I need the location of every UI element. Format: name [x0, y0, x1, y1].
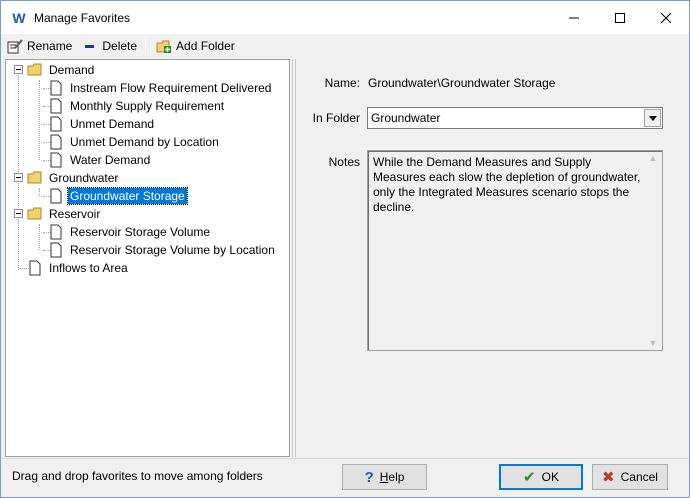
delete-label: Delete	[102, 39, 138, 53]
scroll-down-icon[interactable]: ▼	[649, 337, 658, 349]
delete-icon	[82, 38, 98, 54]
item-label: Unmet Demand	[70, 117, 155, 131]
folder-select[interactable]: Groundwater	[367, 107, 663, 129]
document-icon	[50, 116, 62, 132]
tree-item[interactable]: Water Demand	[48, 151, 152, 169]
tree-item[interactable]: Reservoir Storage Volume by Location	[48, 241, 277, 259]
close-button[interactable]	[643, 1, 689, 34]
item-label: Water Demand	[70, 153, 151, 167]
add-folder-icon	[156, 38, 172, 54]
app-icon: W	[12, 9, 26, 26]
toolbar-separator	[145, 37, 147, 55]
scroll-up-icon[interactable]: ▲	[649, 152, 658, 164]
title-bar: W Manage Favorites	[1, 1, 689, 34]
dropdown-arrow-icon[interactable]	[644, 109, 661, 127]
collapse-icon[interactable]	[14, 173, 23, 182]
help-icon: ?	[364, 468, 374, 486]
item-label: Monthly Supply Requirement	[70, 99, 225, 113]
tree-connector	[39, 80, 40, 160]
add-folder-label: Add Folder	[176, 39, 235, 53]
add-folder-button[interactable]: Add Folder	[150, 35, 239, 57]
folder-select-value: Groundwater	[371, 111, 441, 125]
cancel-x-icon: ✖	[602, 469, 615, 486]
tree-item[interactable]: Inflows to Area	[27, 259, 130, 277]
notes-textarea[interactable]: While the Demand Measures and Supply Mea…	[367, 150, 663, 351]
tree-folder-reservoir[interactable]: Reservoir	[6, 205, 102, 223]
notes-scrollbar[interactable]: ▲ ▼	[645, 152, 661, 349]
maximize-button[interactable]	[597, 1, 643, 34]
folder-label: Groundwater	[49, 171, 119, 185]
tree-connector	[39, 188, 40, 196]
item-label: Reservoir Storage Volume by Location	[70, 243, 275, 257]
name-value: Groundwater\Groundwater Storage	[368, 76, 556, 90]
tree-item[interactable]: Monthly Supply Requirement	[48, 97, 226, 115]
delete-button[interactable]: Delete	[76, 35, 141, 57]
folder-label: In Folder	[312, 111, 360, 125]
document-icon	[50, 134, 62, 150]
tree-folder-demand[interactable]: Demand	[6, 61, 96, 79]
document-icon	[50, 224, 62, 240]
close-icon	[661, 12, 671, 23]
collapse-icon[interactable]	[14, 65, 23, 74]
help-button[interactable]: ? Help	[342, 464, 427, 490]
ok-button[interactable]: ✔ OK	[499, 464, 583, 490]
minimize-button[interactable]	[551, 1, 597, 34]
folder-icon	[27, 171, 42, 184]
item-label: Unmet Demand by Location	[70, 135, 219, 149]
tree-item[interactable]: Reservoir Storage Volume	[48, 223, 212, 241]
ok-label: OK	[541, 470, 559, 484]
folder-label: Reservoir	[49, 207, 101, 221]
item-label: Instream Flow Requirement Delivered	[70, 81, 272, 95]
folder-icon	[27, 207, 42, 220]
window-controls	[551, 1, 689, 34]
window-title: Manage Favorites	[34, 10, 131, 25]
minimize-icon	[569, 17, 579, 18]
name-label: Name:	[324, 76, 360, 90]
document-icon	[50, 188, 62, 204]
folder-icon	[27, 63, 42, 76]
tree-item[interactable]: Unmet Demand by Location	[48, 133, 221, 151]
item-label: Reservoir Storage Volume	[70, 225, 211, 239]
favorites-tree[interactable]: Demand Instream Flow Requirement Deliver…	[5, 59, 290, 457]
item-label: Inflows to Area	[49, 261, 128, 275]
drag-drop-hint: Drag and drop favorites to move among fo…	[12, 469, 263, 483]
tree-item-selected[interactable]: Groundwater Storage	[48, 187, 188, 205]
rename-button[interactable]: Rename	[1, 35, 76, 57]
checkmark-icon: ✔	[523, 469, 536, 486]
notes-label: Notes	[328, 155, 360, 169]
toolbar: Rename Delete Add Folder	[1, 34, 689, 58]
help-label: Help	[379, 470, 405, 484]
rename-icon	[7, 38, 23, 54]
folder-label: Demand	[49, 63, 95, 77]
maximize-icon	[615, 12, 625, 23]
document-icon	[50, 152, 62, 168]
cancel-label: Cancel	[620, 470, 658, 484]
document-icon	[29, 260, 41, 276]
collapse-icon[interactable]	[14, 209, 23, 218]
cancel-button[interactable]: ✖ Cancel	[592, 464, 668, 490]
document-icon	[50, 80, 62, 96]
tree-connector	[39, 224, 40, 250]
panel-splitter[interactable]	[292, 59, 296, 457]
tree-item[interactable]: Instream Flow Requirement Delivered	[48, 79, 273, 97]
footer-divider	[1, 458, 689, 459]
item-label: Groundwater Storage	[67, 187, 188, 205]
document-icon	[50, 98, 62, 114]
tree-item[interactable]: Unmet Demand	[48, 115, 156, 133]
manage-favorites-dialog: W Manage Favorites Rename Delete Add Fol…	[0, 0, 690, 498]
notes-text: While the Demand Measures and Supply Mea…	[373, 155, 641, 214]
tree-folder-groundwater[interactable]: Groundwater	[6, 169, 120, 187]
document-icon	[50, 242, 62, 258]
rename-label: Rename	[27, 39, 73, 53]
